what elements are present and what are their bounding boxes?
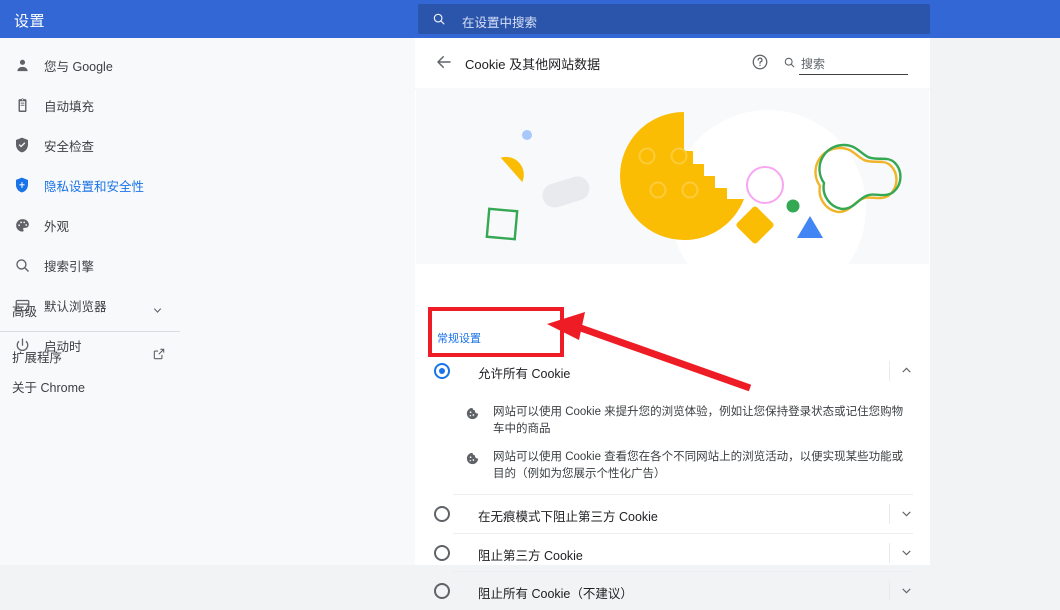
- chevron-down-icon[interactable]: [900, 584, 914, 598]
- sidebar-item-autofill[interactable]: 自动填充: [0, 86, 415, 124]
- section-title: 常规设置: [437, 333, 481, 345]
- option-allow-all-cookies[interactable]: 允许所有 Cookie: [415, 352, 930, 390]
- sidebar-item-about-chrome[interactable]: 关于 Chrome: [0, 370, 415, 400]
- option-label: 允许所有 Cookie: [478, 367, 571, 381]
- app-brand-title: 设置: [14, 13, 46, 30]
- option-block-all-cookies[interactable]: 阻止所有 Cookie（不建议）: [415, 572, 930, 610]
- back-button[interactable]: [433, 52, 455, 74]
- option-label: 阻止所有 Cookie（不建议）: [478, 587, 633, 601]
- sidebar-item-safety-check[interactable]: 安全检查: [0, 126, 415, 164]
- arrow-left-icon: [435, 53, 453, 74]
- sidebar-item-advanced[interactable]: 高级: [0, 289, 415, 329]
- sidebar-item-label: 自动填充: [44, 99, 95, 114]
- settings-search-box[interactable]: 在设置中搜索: [418, 4, 930, 34]
- page-title: Cookie 及其他网站数据: [465, 57, 601, 72]
- search-icon: [12, 255, 32, 275]
- option-separator: [889, 543, 890, 563]
- cookie-icon: [465, 406, 481, 422]
- sidebar-item-privacy-and-security[interactable]: 隐私设置和安全性: [0, 166, 415, 204]
- radio-block-all-cookies[interactable]: [434, 583, 450, 599]
- sidebar-footer-label: 扩展程序: [12, 351, 63, 365]
- option-description-text: 网站可以使用 Cookie 来提升您的浏览体验，例如让您保持登录状态或记住您购物…: [493, 406, 904, 435]
- chevron-down-icon[interactable]: [900, 507, 914, 521]
- help-circle-icon: [751, 54, 769, 74]
- person-icon: [12, 55, 32, 75]
- help-button[interactable]: [751, 53, 771, 73]
- radio-block-third-party[interactable]: [434, 545, 450, 561]
- sidebar-item-label: 隐私设置和安全性: [44, 179, 145, 194]
- shield-check-icon: [12, 135, 32, 155]
- search-icon: [432, 12, 446, 26]
- settings-search-placeholder: 在设置中搜索: [462, 16, 538, 30]
- option-separator: [889, 361, 890, 381]
- sidebar-item-extensions[interactable]: 扩展程序: [0, 340, 415, 370]
- sidebar-item-you-and-google[interactable]: 您与 Google: [0, 46, 415, 84]
- sidebar-item-label: 您与 Google: [44, 59, 113, 74]
- option-separator: [889, 581, 890, 601]
- sidebar-item-search-engine[interactable]: 搜索引擎: [0, 246, 415, 284]
- option-label: 阻止第三方 Cookie: [478, 549, 583, 563]
- shield-icon: [12, 175, 32, 195]
- chevron-down-icon: [152, 304, 163, 319]
- option-label: 在无痕模式下阻止第三方 Cookie: [478, 510, 658, 524]
- search-icon: [783, 56, 796, 72]
- sidebar-divider: [0, 331, 180, 332]
- option-block-third-party-incognito[interactable]: 在无痕模式下阻止第三方 Cookie: [415, 495, 930, 533]
- sidebar-footer-label: 关于 Chrome: [12, 381, 85, 395]
- content-header: Cookie 及其他网站数据 搜索: [415, 38, 930, 89]
- clipboard-icon: [12, 95, 32, 115]
- sidebar-item-appearance[interactable]: 外观: [0, 206, 415, 244]
- search-underline: [799, 74, 908, 75]
- cookie-settings-body: 常规设置 允许所有 Cookie 网站可以使用 Cookie 来提升您的浏览体验…: [415, 264, 930, 601]
- cookie-icon: [465, 451, 481, 467]
- settings-sidebar: 您与 Google 自动填充 安全检查 隐私设置和安全性 外观 搜索引擎 默认浏…: [0, 38, 415, 565]
- chevron-up-icon[interactable]: [900, 364, 914, 378]
- radio-block-third-party-incognito[interactable]: [434, 506, 450, 522]
- option-description-text: 网站可以使用 Cookie 查看您在各个不同网站上的浏览活动，以便实现某些功能或…: [493, 451, 904, 480]
- chevron-down-icon[interactable]: [900, 546, 914, 560]
- cookie-illustration: [416, 88, 929, 264]
- option-block-third-party[interactable]: 阻止第三方 Cookie: [415, 534, 930, 572]
- search-input-placeholder: 搜索: [801, 57, 826, 71]
- top-app-bar: 设置 在设置中搜索: [0, 0, 1060, 38]
- external-link-icon: [152, 347, 166, 364]
- sidebar-item-label: 搜索引擎: [44, 259, 95, 274]
- search-input[interactable]: 搜索: [783, 53, 908, 75]
- option-separator: [889, 504, 890, 524]
- palette-icon: [12, 215, 32, 235]
- radio-allow-all-cookies[interactable]: [434, 363, 450, 379]
- settings-content-card: Cookie 及其他网站数据 搜索 常规设置 允许所有 Cookie 网站可以使…: [415, 38, 930, 601]
- sidebar-item-label: 安全检查: [44, 139, 95, 154]
- sidebar-advanced-label: 高级: [12, 305, 38, 319]
- sidebar-item-label: 外观: [44, 219, 70, 234]
